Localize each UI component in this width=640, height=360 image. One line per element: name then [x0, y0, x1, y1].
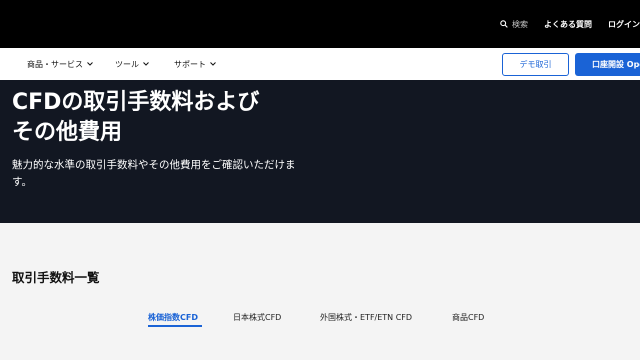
hero-description: 魅力的な水準の取引手数料やその他費用をご確認いただけま す。 — [12, 157, 312, 191]
tab-commodity-cfd[interactable]: 商品CFD — [452, 312, 484, 323]
open-account-button[interactable]: 口座開設 Open — [575, 53, 640, 76]
nav-item-label: サポート — [174, 59, 206, 69]
nav-item-tools[interactable]: ツール — [115, 48, 149, 80]
page-title: CFDの取引手数料および その他費用 — [12, 88, 312, 148]
chevron-down-icon — [143, 62, 149, 66]
nav-item-products[interactable]: 商品・サービス — [27, 48, 93, 80]
hero-description-line2: す。 — [12, 176, 32, 188]
tab-index-cfd[interactable]: 株価指数CFD — [148, 312, 198, 323]
utility-bar: 検索 よくある質問 ログイン — [0, 0, 640, 48]
nav-item-support[interactable]: サポート — [174, 48, 216, 80]
tab-japan-stock-cfd[interactable]: 日本株式CFD — [233, 312, 281, 323]
chevron-down-icon — [87, 62, 93, 66]
search-icon — [500, 20, 508, 28]
faq-link[interactable]: よくある質問 — [544, 19, 592, 30]
hero-description-line1: 魅力的な水準の取引手数料やその他費用をご確認いただけま — [12, 159, 296, 171]
page-title-line1: CFDの取引手数料および — [12, 90, 260, 115]
fee-list-title: 取引手数料一覧 — [12, 270, 100, 285]
utility-links: 検索 よくある質問 ログイン — [500, 0, 640, 48]
demo-trade-button[interactable]: デモ取引 — [502, 53, 569, 76]
chevron-down-icon — [210, 62, 216, 66]
active-tab-indicator — [148, 325, 202, 327]
nav-item-label: ツール — [115, 59, 139, 69]
login-link[interactable]: ログイン — [608, 19, 640, 30]
hero-banner: CFDの取引手数料および その他費用 魅力的な水準の取引手数料やその他費用をご確… — [0, 80, 640, 223]
page-title-line2: その他費用 — [12, 120, 123, 145]
search-label: 検索 — [512, 19, 528, 29]
search-button[interactable]: 検索 — [500, 19, 528, 30]
tab-foreign-stock-etf-cfd[interactable]: 外国株式・ETF/ETN CFD — [320, 312, 412, 323]
nav-item-label: 商品・サービス — [27, 59, 83, 69]
